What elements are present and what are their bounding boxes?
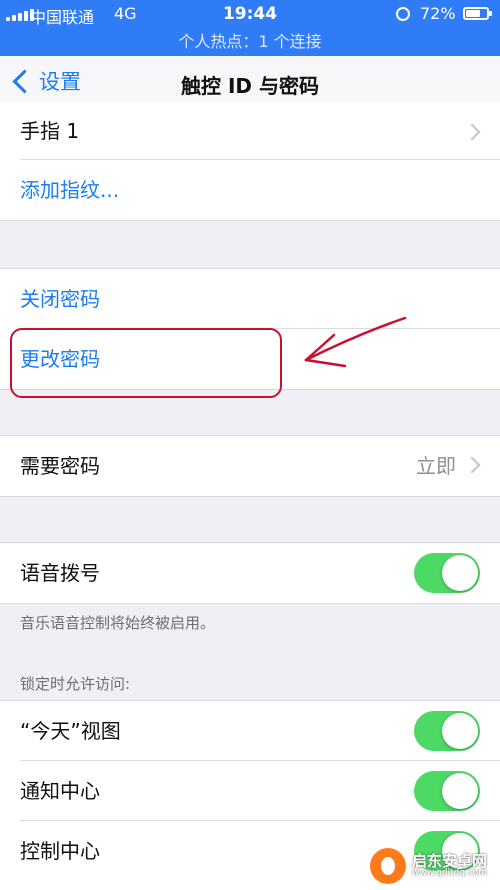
toggle-knob — [442, 773, 478, 809]
require-passcode-row[interactable]: 需要密码 立即 — [0, 436, 500, 496]
battery-level — [466, 10, 480, 17]
watermark-logo-icon — [370, 848, 406, 884]
voice-dial-group: 语音拨号 — [0, 542, 500, 604]
require-passcode-value: 立即 — [416, 454, 456, 478]
hotspot-banner[interactable]: 个人热点：1 个连接 — [0, 28, 500, 52]
chevron-right-icon — [463, 456, 481, 474]
orientation-lock-icon — [396, 7, 410, 21]
require-passcode-group: 需要密码 立即 — [0, 435, 500, 497]
voice-dial-toggle[interactable] — [414, 553, 480, 593]
watermark-url: www.qdltdq.com — [412, 868, 488, 878]
watermark-brand: 启东安卓网 — [412, 852, 488, 870]
battery-percent: 72% — [420, 4, 456, 23]
notification-center-toggle[interactable] — [414, 771, 480, 811]
voice-dial-note: 音乐语音控制将始终被启用。 — [20, 614, 216, 632]
today-view-label: “今天”视图 — [20, 719, 121, 743]
today-view-toggle[interactable] — [414, 711, 480, 751]
toggle-knob — [442, 555, 478, 591]
today-view-row: “今天”视图 — [0, 701, 500, 761]
notification-center-label: 通知中心 — [20, 779, 100, 803]
turn-off-passcode-link[interactable]: 关闭密码 — [20, 269, 100, 329]
require-passcode-label: 需要密码 — [20, 454, 100, 478]
fingerprint-label: 手指 1 — [20, 119, 80, 143]
status-bar: 中国联通 4G 19:44 72% 个人热点：1 个连接 — [0, 0, 500, 56]
turn-off-passcode-row[interactable]: 关闭密码 — [0, 269, 500, 329]
section-header: 锁定时允许访问: — [20, 675, 131, 693]
control-center-label: 控制中心 — [20, 839, 100, 863]
voice-dial-row: 语音拨号 — [0, 543, 500, 603]
notification-center-row: 通知中心 — [0, 761, 500, 821]
add-fingerprint-row[interactable]: 添加指纹... — [0, 160, 500, 220]
add-fingerprint-link[interactable]: 添加指纹... — [20, 160, 119, 220]
fingerprints-group: 手指 1 添加指纹... — [0, 102, 500, 221]
toggle-knob — [442, 713, 478, 749]
page-title: 触控 ID 与密码 — [181, 74, 319, 98]
watermark: 启东安卓网 www.qdltdq.com — [370, 848, 487, 884]
fingerprint-row[interactable]: 手指 1 — [0, 102, 500, 160]
chevron-right-icon — [463, 123, 481, 141]
annotation-highlight-box — [10, 328, 282, 398]
battery-icon — [463, 7, 492, 20]
voice-dial-label: 语音拨号 — [20, 561, 100, 585]
